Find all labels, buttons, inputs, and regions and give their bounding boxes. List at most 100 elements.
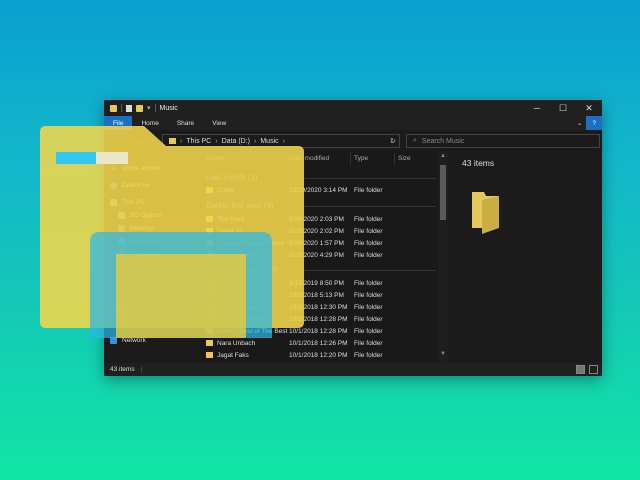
recent-chevron-icon[interactable]: ⌄	[138, 137, 145, 146]
column-header-type[interactable]: Type	[354, 155, 368, 165]
nav-item-system-drive[interactable]: System (C:)	[118, 301, 164, 311]
tab-home[interactable]: Home	[132, 116, 167, 130]
column-divider[interactable]	[394, 153, 395, 165]
divider	[121, 104, 122, 112]
table-row[interactable]: Jagat Faks 10/1/2018 12:20 PM File folde…	[202, 350, 440, 361]
table-row[interactable]: Ayutane 3/17/2019 8:50 PM File folder	[202, 278, 440, 289]
close-button[interactable]: ✕	[576, 100, 602, 116]
maximize-button[interactable]: ☐	[550, 100, 576, 116]
column-divider[interactable]	[287, 153, 288, 165]
new-folder-icon[interactable]	[136, 104, 143, 112]
breadcrumb-music[interactable]: Music	[260, 138, 278, 145]
table-row[interactable]: Freddy Mercury 10/1/2018 12:28 PM File f…	[202, 314, 440, 325]
nav-item-label: Quick access	[122, 164, 161, 172]
file-date: 12/29/2020 3:14 PM	[289, 187, 348, 194]
nav-item-downloads[interactable]: Downloads	[118, 249, 162, 259]
nav-item-label: Network	[122, 336, 146, 344]
forward-arrow-icon[interactable]: →	[124, 137, 132, 146]
nav-item-this-pc[interactable]: This PC	[110, 197, 145, 207]
search-icon: ⌕	[413, 137, 417, 144]
scroll-down-icon[interactable]: ▼	[440, 351, 446, 357]
large-icons-view-button[interactable]	[589, 365, 598, 374]
scrollbar-thumb[interactable]	[440, 165, 446, 220]
file-type: File folder	[354, 352, 383, 359]
folder-icon	[206, 216, 213, 222]
chevron-right-icon[interactable]: ›	[254, 138, 256, 145]
folder-icon	[206, 240, 213, 246]
breadcrumb-this-pc[interactable]: This PC	[186, 138, 211, 145]
vertical-scrollbar[interactable]: ▲ ▼	[438, 151, 448, 363]
chevron-right-icon[interactable]: ›	[215, 138, 217, 145]
video-icon	[118, 289, 125, 297]
nav-item-documents[interactable]: Documents	[118, 236, 163, 246]
quick-access-toolbar: ▾	[104, 104, 156, 112]
table-row[interactable]: The Rock 6/28/2020 2:03 PM File folder	[202, 214, 440, 225]
file-name: Dewa 19	[217, 228, 243, 235]
file-type: File folder	[354, 240, 383, 247]
group-header[interactable]: A long time ago (38)	[206, 265, 278, 274]
table-row[interactable]: Nara Unbach 10/1/2018 12:26 PM File fold…	[202, 338, 440, 349]
folder-icon	[110, 104, 117, 112]
column-divider[interactable]	[350, 153, 351, 165]
file-name: Nazila Fla	[217, 292, 246, 299]
expand-ribbon-icon[interactable]: ⌄	[573, 116, 586, 130]
nav-item-quick-access[interactable]: ★ Quick access	[110, 163, 161, 173]
table-row[interactable]: Andra & The Backbone 6/28/2020 1:57 PM F…	[202, 238, 440, 249]
minimize-button[interactable]: ─	[524, 100, 550, 116]
folder-icon	[206, 304, 213, 310]
nav-item-desktop[interactable]: Desktop	[118, 223, 154, 233]
back-arrow-icon[interactable]: ←	[110, 137, 118, 146]
chevron-right-icon[interactable]: ›	[283, 138, 285, 145]
nav-item-label: Documents	[130, 237, 163, 245]
nav-item-network[interactable]: Network	[110, 335, 146, 345]
search-input[interactable]: ⌕ Search Music	[406, 134, 600, 148]
refresh-icon[interactable]: ↻	[386, 134, 400, 148]
file-date: 3/17/2019 8:50 PM	[289, 280, 344, 287]
nav-item-music[interactable]: Music	[118, 262, 147, 272]
table-row[interactable]: Ruxina Irama 6/28/2020 4:29 PM File fold…	[202, 250, 440, 261]
navigation-pane: ★ Quick access OneDrive This PC 3D Objec…	[104, 151, 202, 363]
chevron-down-icon[interactable]: ▾	[147, 104, 151, 112]
table-row[interactable]: Dewa - Best of The Best 10/1/2018 12:28 …	[202, 326, 440, 337]
column-header-date[interactable]: Date modified	[289, 155, 329, 165]
tab-share[interactable]: Share	[168, 116, 203, 130]
file-date: 10/1/2018 12:26 PM	[289, 340, 348, 347]
folder-icon	[206, 352, 213, 358]
tab-file[interactable]: File	[104, 116, 133, 130]
nav-item-videos[interactable]: Videos	[118, 288, 150, 298]
table-row[interactable]: Nazila Fla 10/1/2018 5:13 PM File folder	[202, 290, 440, 301]
folder-icon	[206, 316, 213, 322]
divider	[154, 104, 156, 112]
help-icon[interactable]: ?	[586, 116, 602, 130]
folder-icon	[206, 252, 213, 258]
scroll-up-icon[interactable]: ▲	[440, 153, 446, 159]
column-header-name[interactable]: Name	[206, 155, 223, 165]
window-controls: ─ ☐ ✕	[524, 100, 602, 116]
details-view-button[interactable]	[576, 365, 585, 374]
nav-item-3d-objects[interactable]: 3D Objects	[118, 210, 162, 220]
title-bar: ▾ Music ─ ☐ ✕	[104, 100, 602, 116]
group-header[interactable]: Last month (1)	[206, 173, 258, 182]
folder-icon	[206, 280, 213, 286]
group-header[interactable]: Earlier this year (4)	[206, 201, 274, 210]
nav-item-label: Pictures	[130, 276, 154, 284]
nav-item-data-drive[interactable]: Data (D:)	[118, 314, 202, 324]
up-arrow-icon[interactable]: ↑	[151, 137, 155, 146]
chevron-right-icon[interactable]: ›	[180, 138, 182, 145]
file-name: Ruxina Irama	[217, 252, 256, 259]
nav-item-pictures[interactable]: Pictures	[118, 275, 153, 285]
address-bar[interactable]: › This PC › Data (D:) › Music › ⌄	[162, 134, 400, 148]
table-row[interactable]: Cover 12/29/2020 3:14 PM File folder	[202, 185, 440, 196]
download-icon	[118, 250, 125, 258]
file-name: Ayutane	[217, 280, 241, 287]
column-header-size[interactable]: Size	[398, 155, 411, 165]
file-name: Jagat Faks	[217, 352, 249, 359]
file-name: Nara Unbach	[217, 340, 256, 347]
breadcrumb-data-drive[interactable]: Data (D:)	[222, 138, 250, 145]
table-row[interactable]: Tommy J Pisa 10/1/2018 12:30 PM File fol…	[202, 302, 440, 313]
table-row[interactable]: Dewa 19 6/28/2020 2:02 PM File folder	[202, 226, 440, 237]
address-bar-row: ← → ⌄ ↑ › This PC › Data (D:) › Music › …	[104, 131, 602, 151]
tab-view[interactable]: View	[203, 116, 235, 130]
nav-item-onedrive[interactable]: OneDrive	[110, 180, 149, 190]
properties-icon[interactable]	[126, 104, 132, 112]
